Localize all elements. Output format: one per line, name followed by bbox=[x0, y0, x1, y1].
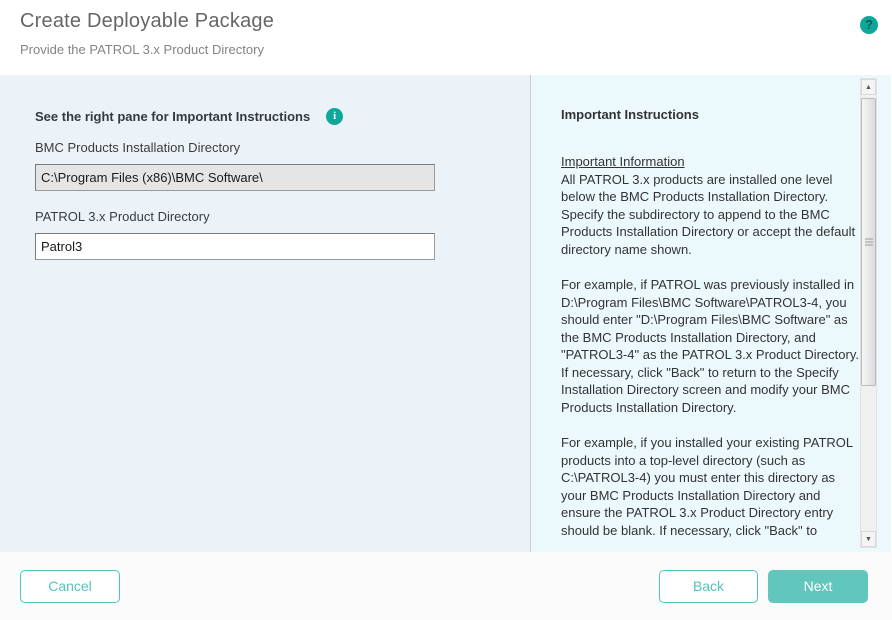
patrol-dir-field[interactable] bbox=[35, 233, 435, 260]
instruction-row: See the right pane for Important Instruc… bbox=[35, 108, 495, 125]
instructions-paragraph: All PATROL 3.x products are installed on… bbox=[561, 171, 861, 259]
important-information-subheading: Important Information bbox=[561, 153, 861, 171]
vertical-scrollbar[interactable]: ▲ ▼ bbox=[860, 78, 877, 548]
wizard-footer: Cancel Back Next bbox=[0, 552, 892, 620]
scrollbar-grip-icon bbox=[865, 239, 873, 246]
patrol-dir-label: PATROL 3.x Product Directory bbox=[35, 209, 495, 224]
instructions-pane: Important Instructions Important Informa… bbox=[531, 75, 891, 552]
form-pane: See the right pane for Important Instruc… bbox=[0, 75, 531, 552]
content-area: See the right pane for Important Instruc… bbox=[0, 75, 892, 552]
instructions-paragraph: For example, if PATROL was previously in… bbox=[561, 276, 861, 416]
instructions-paragraph: For example, if you installed your exist… bbox=[561, 434, 861, 539]
bmc-install-dir-field bbox=[35, 164, 435, 191]
help-icon[interactable]: ? bbox=[860, 16, 878, 34]
cancel-button[interactable]: Cancel bbox=[20, 570, 120, 603]
footer-nav-buttons: Back Next bbox=[659, 570, 868, 603]
page-title: Create Deployable Package bbox=[20, 10, 872, 33]
page-subtitle: Provide the PATROL 3.x Product Directory bbox=[20, 42, 872, 57]
instructions-content: Important Instructions Important Informa… bbox=[531, 75, 861, 539]
next-button[interactable]: Next bbox=[768, 570, 868, 603]
info-icon: i bbox=[326, 108, 343, 125]
bmc-install-dir-label: BMC Products Installation Directory bbox=[35, 140, 495, 155]
instruction-text: See the right pane for Important Instruc… bbox=[35, 109, 310, 124]
scroll-up-icon[interactable]: ▲ bbox=[861, 79, 876, 95]
scroll-down-icon[interactable]: ▼ bbox=[861, 531, 876, 547]
wizard-header: Create Deployable Package Provide the PA… bbox=[0, 0, 892, 75]
back-button[interactable]: Back bbox=[659, 570, 758, 603]
instructions-heading: Important Instructions bbox=[561, 107, 861, 122]
scrollbar-thumb[interactable] bbox=[861, 98, 876, 386]
